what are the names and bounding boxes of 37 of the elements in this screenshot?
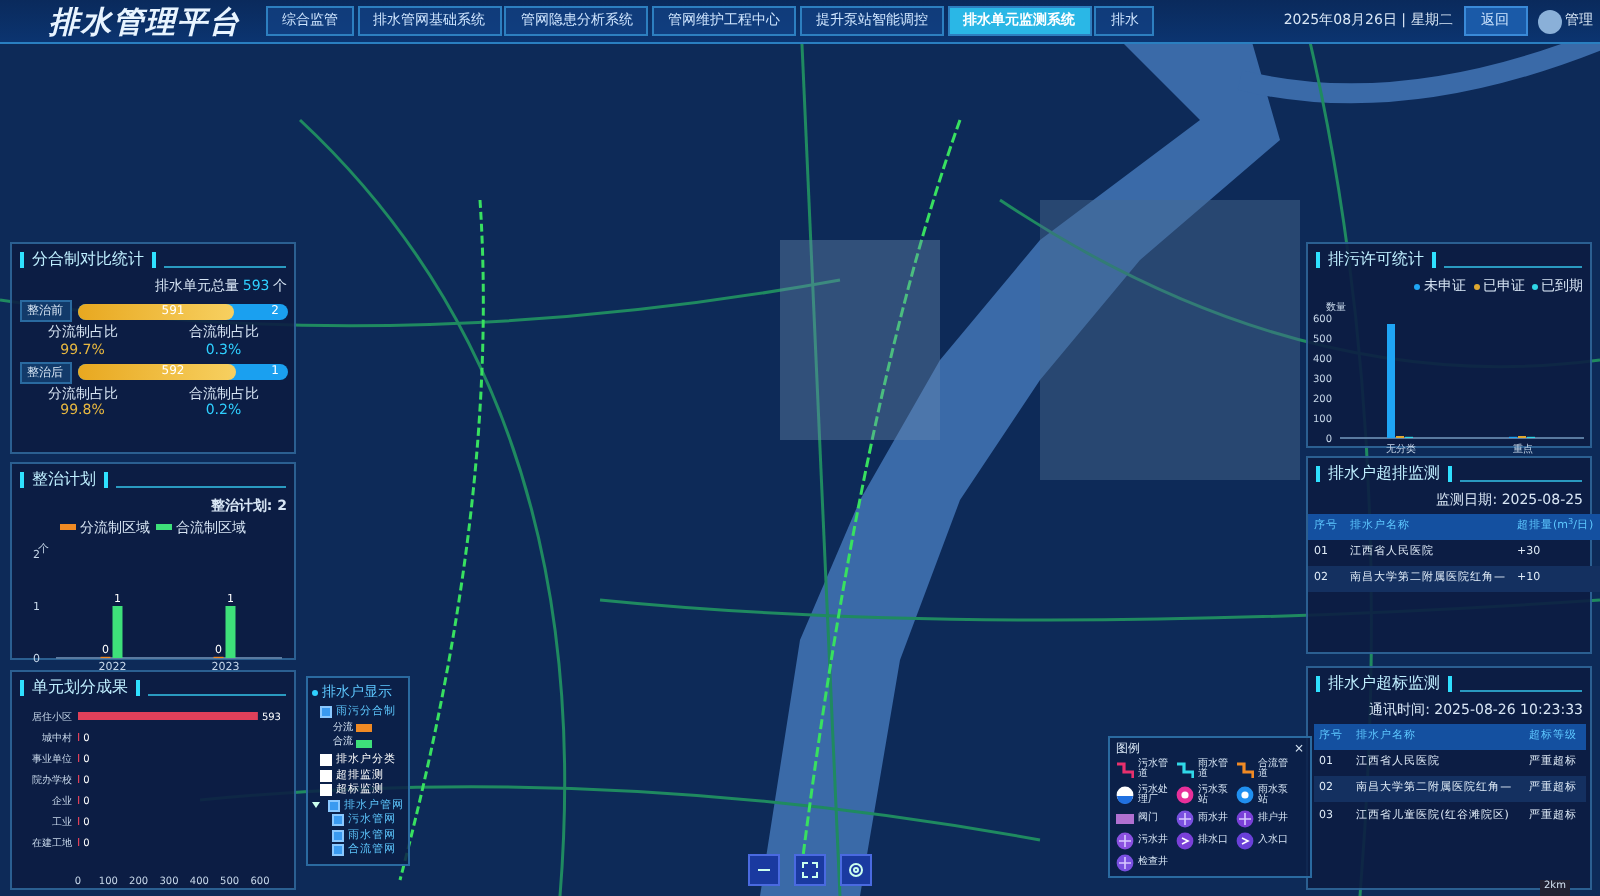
panel-title: 排水户超排监测: [1328, 462, 1440, 486]
legend-dot: [1414, 283, 1421, 290]
fullscreen-icon: [802, 862, 818, 878]
title-marker-icon: [20, 252, 24, 268]
legend-swatch: [156, 524, 173, 531]
title-marker-icon: [152, 252, 156, 268]
title-marker-icon: [136, 680, 140, 696]
title-marker-icon: [1316, 676, 1320, 692]
title-marker-icon: [1448, 466, 1452, 482]
panel-title: 排污许可统计: [1328, 248, 1424, 272]
title-dot-icon: [312, 689, 318, 696]
title-marker-icon: [104, 472, 108, 488]
panel-title: 排水户超标监测: [1328, 672, 1440, 696]
legend-dot: [1531, 283, 1538, 290]
panel-title: 单元划分成果: [32, 676, 128, 700]
layer-checkbox[interactable]: [332, 814, 344, 827]
layer-checkbox[interactable]: [320, 706, 332, 719]
panel-title: 整治计划: [32, 468, 96, 492]
legend-swatch: [60, 524, 76, 531]
layer-checkbox[interactable]: [332, 829, 344, 842]
title-marker-icon: [20, 472, 24, 488]
zoom-out-button[interactable]: [748, 854, 780, 886]
legend-dot: [1473, 283, 1479, 290]
title-marker-icon: [1316, 252, 1320, 268]
layer-checkbox[interactable]: [327, 799, 340, 812]
title-marker-icon: [1316, 466, 1320, 482]
title-marker-icon: [20, 680, 24, 696]
app-title: 排水管理平台: [49, 1, 241, 43]
title-marker-icon: [1448, 676, 1452, 692]
layer-checkbox[interactable]: [332, 844, 344, 857]
panel-title: 分合制对比统计: [32, 248, 144, 272]
fullscreen-button[interactable]: [794, 854, 826, 886]
locate-icon: [849, 863, 863, 877]
title-marker-icon: [1432, 252, 1436, 268]
caret-icon[interactable]: [312, 802, 320, 809]
locate-button[interactable]: [840, 854, 872, 886]
avatar-icon: [1537, 9, 1562, 33]
